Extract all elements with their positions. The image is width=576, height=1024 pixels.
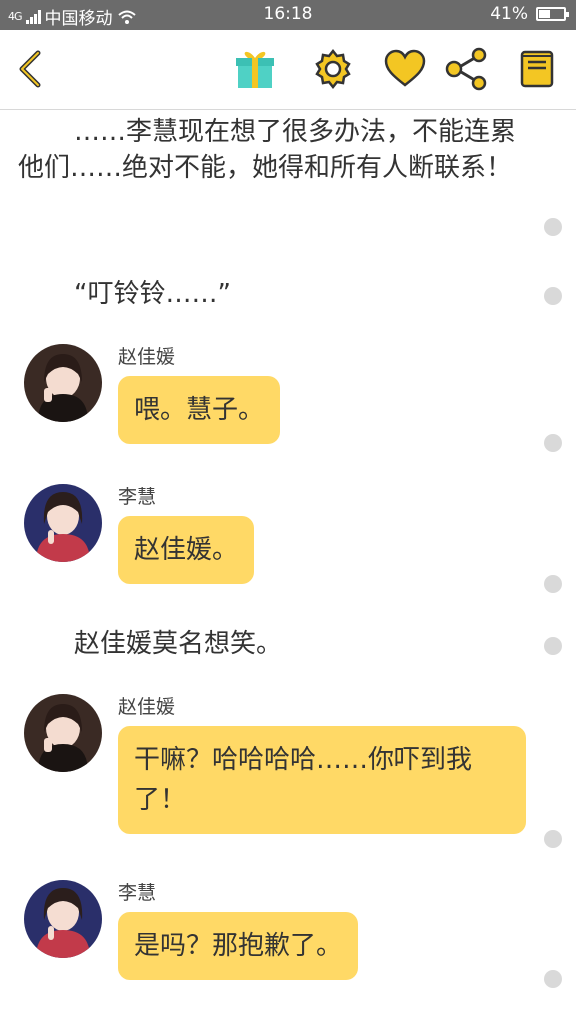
battery-icon xyxy=(536,7,569,21)
narration-paragraph: 赵佳媛莫名想笑。 xyxy=(74,629,283,659)
speaker-name: 李慧 xyxy=(118,486,157,508)
share-icon xyxy=(445,47,487,91)
comment-dot[interactable] xyxy=(544,637,562,655)
speaker-name: 李慧 xyxy=(118,882,157,904)
gift-icon xyxy=(236,51,274,88)
speaker-name: 赵佳媛 xyxy=(118,346,176,368)
avatar-li[interactable] xyxy=(24,484,102,562)
comment-dot[interactable] xyxy=(544,434,562,452)
share-button[interactable] xyxy=(442,44,492,94)
chat-bubble: 干嘛？哈哈哈哈……你吓到我了！ xyxy=(118,726,526,834)
back-icon xyxy=(19,50,41,88)
story-content[interactable]: ……李慧现在想了很多办法，不能连累他们……绝对不能，她得和所有人断联系！ “叮铃… xyxy=(0,110,576,1024)
battery-percent: 41% xyxy=(490,4,528,24)
comment-dot[interactable] xyxy=(544,287,562,305)
heart-icon xyxy=(384,49,426,87)
comment-dot[interactable] xyxy=(544,970,562,988)
settings-icon xyxy=(315,48,351,90)
chat-bubble: 是吗？那抱歉了。 xyxy=(118,912,359,980)
comment-dot[interactable] xyxy=(544,218,562,236)
favorite-button[interactable] xyxy=(380,44,430,94)
gift-button[interactable] xyxy=(230,44,280,94)
status-bar: 4G 中国移动 16:18 41% xyxy=(0,0,576,30)
settings-button[interactable] xyxy=(308,44,358,94)
speaker-name: 赵佳媛 xyxy=(118,696,176,718)
reader-toolbar xyxy=(0,30,576,110)
battery-group: 41% xyxy=(490,4,569,24)
comment-dot[interactable] xyxy=(544,830,562,848)
avatar-zhao[interactable] xyxy=(24,344,102,422)
back-button[interactable] xyxy=(6,44,56,94)
avatar-li[interactable] xyxy=(24,880,102,958)
chat-bubble: 赵佳媛。 xyxy=(118,516,255,584)
chat-bubble: 喂。慧子。 xyxy=(118,376,281,444)
avatar-zhao[interactable] xyxy=(24,694,102,772)
comment-dot[interactable] xyxy=(544,575,562,593)
book-menu-icon xyxy=(520,50,554,88)
menu-button[interactable] xyxy=(512,44,562,94)
narration-paragraph: ……李慧现在想了很多办法，不能连累他们……绝对不能，她得和所有人断联系！ xyxy=(18,117,517,183)
narration-paragraph: “叮铃铃……” xyxy=(74,279,231,309)
